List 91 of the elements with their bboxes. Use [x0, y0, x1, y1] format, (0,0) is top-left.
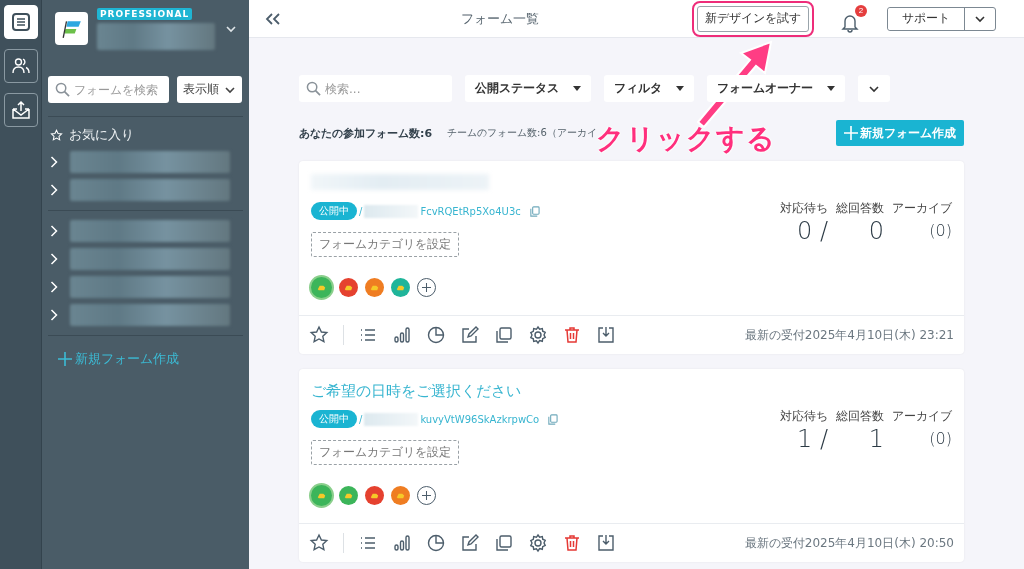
sort-dropdown[interactable]: 表示順: [177, 76, 242, 103]
last-received-text: 最新の受付2025年4月10日(木) 20:50: [744, 534, 954, 552]
stat-value[interactable]: 1: [836, 425, 884, 453]
avatar-icon[interactable]: [365, 278, 384, 297]
stat-value[interactable]: 0 /: [780, 217, 828, 245]
category-button[interactable]: フォームカテゴリを設定: [311, 232, 459, 257]
trash-icon[interactable]: [562, 533, 582, 553]
collapse-icon[interactable]: [265, 12, 281, 25]
more-dropdown[interactable]: [858, 75, 890, 102]
chevron-icon[interactable]: [50, 225, 58, 237]
avatar-icon[interactable]: [365, 486, 384, 505]
download-icon[interactable]: [596, 325, 616, 345]
stat-label: 総回答数: [836, 408, 884, 425]
chevron-icon: [974, 14, 986, 23]
url-text: /: [359, 205, 363, 217]
avatar-icon[interactable]: [339, 278, 358, 297]
status-badge: 公開中: [311, 410, 357, 428]
bell-icon: [841, 12, 859, 33]
search-icon: [306, 81, 321, 96]
notification-button[interactable]: 2: [841, 4, 867, 33]
settings-icon[interactable]: [528, 325, 548, 345]
plus-icon: [58, 352, 72, 366]
redacted-text: [364, 412, 419, 426]
filter-dropdown[interactable]: 公開ステータス: [465, 75, 591, 102]
copy-icon[interactable]: [494, 533, 514, 553]
chevron-icon[interactable]: [50, 253, 58, 265]
plus-icon: [422, 283, 431, 292]
star-icon: [50, 128, 63, 142]
bar-chart-icon[interactable]: [392, 325, 412, 345]
form-count-text: あなたの参加フォーム数:6: [299, 125, 433, 141]
stat-value[interactable]: 0: [836, 217, 884, 245]
document-icon: [10, 12, 31, 32]
chevron-icon[interactable]: [50, 309, 58, 321]
redacted-text: [364, 204, 419, 218]
stat-value[interactable]: 1 /: [780, 425, 828, 453]
filter-dropdown[interactable]: フィルタ: [604, 75, 694, 102]
mail-upload-icon: [10, 100, 31, 120]
chevron-icon: [224, 85, 236, 94]
add-member-button[interactable]: [417, 486, 436, 505]
annotation-label: クリックする: [596, 121, 776, 157]
avatar-icon[interactable]: [339, 486, 358, 505]
search-field[interactable]: 検索...: [299, 75, 452, 102]
stat-value[interactable]: (0): [892, 217, 952, 245]
chevron-icon[interactable]: [50, 281, 58, 293]
search-icon: [55, 82, 70, 97]
plan-badge: PROFESSIONAL: [97, 7, 193, 20]
add-member-button[interactable]: [417, 278, 436, 297]
copy-icon[interactable]: [494, 325, 514, 345]
stat-label: アーカイブ: [892, 200, 952, 217]
stat-label: 対応待ち: [780, 200, 828, 217]
last-received-text: 最新の受付2025年4月10日(木) 23:21: [744, 326, 954, 344]
plus-icon: [844, 126, 858, 140]
search-field[interactable]: フォームを検索: [48, 76, 169, 103]
avatar-icon[interactable]: [391, 486, 410, 505]
pie-chart-icon[interactable]: [426, 325, 446, 345]
caret-icon: [573, 86, 581, 91]
chevron-icon: [868, 84, 880, 93]
favorites-item[interactable]: お気に入り: [69, 126, 134, 144]
filter-dropdown[interactable]: フォームオーナー: [707, 75, 845, 102]
stat-value[interactable]: (0): [892, 425, 952, 453]
status-badge: 公開中: [311, 202, 357, 220]
avatar-icon[interactable]: [391, 278, 410, 297]
caret-icon: [676, 86, 684, 91]
bar-chart-icon[interactable]: [392, 533, 412, 553]
page-title: フォーム一覧: [461, 9, 539, 28]
notification-badge: 2: [855, 4, 867, 17]
plus-icon: [422, 491, 431, 500]
edit-icon[interactable]: [460, 533, 480, 553]
team-count-text: チームのフォーム数:6（アーカイ: [447, 126, 597, 140]
nav-button[interactable]: [3, 93, 38, 127]
url-text: /: [359, 413, 363, 425]
pie-chart-icon[interactable]: [426, 533, 446, 553]
stat-label: 対応待ち: [780, 408, 828, 425]
trash-icon[interactable]: [562, 325, 582, 345]
settings-icon[interactable]: [528, 533, 548, 553]
download-icon[interactable]: [596, 533, 616, 553]
category-button[interactable]: フォームカテゴリを設定: [311, 440, 459, 465]
avatar-icon[interactable]: [311, 485, 332, 506]
star-icon[interactable]: [309, 325, 329, 345]
edit-icon[interactable]: [460, 325, 480, 345]
stat-label: 総回答数: [836, 200, 884, 217]
chevron-icon[interactable]: [50, 184, 58, 196]
chevron-icon[interactable]: [50, 156, 58, 168]
nav-button[interactable]: [3, 49, 38, 83]
chevron-icon: [225, 24, 237, 33]
logo-icon: [55, 12, 88, 45]
stat-label: アーカイブ: [892, 408, 952, 425]
star-icon[interactable]: [309, 533, 329, 553]
caret-icon: [827, 86, 835, 91]
avatar-icon[interactable]: [311, 277, 332, 298]
users-icon: [10, 56, 31, 76]
